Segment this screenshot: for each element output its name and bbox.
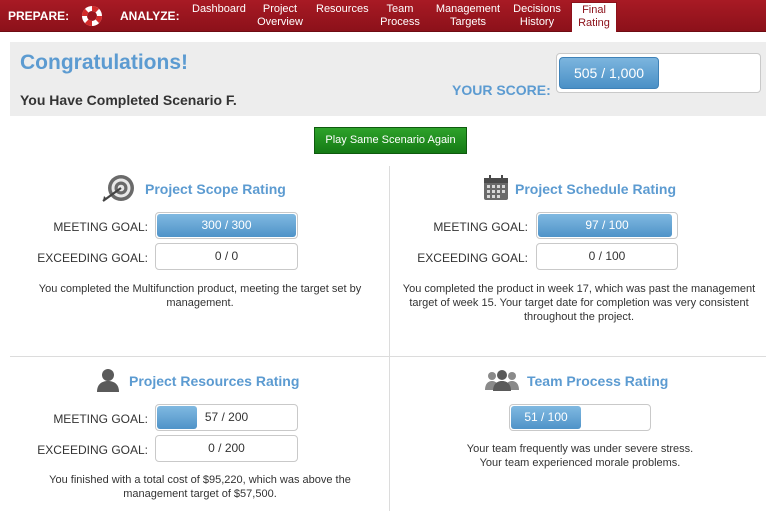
scope-meeting-goal-bar: 300 / 300 — [155, 212, 298, 239]
scope-description: You completed the Multifunction product,… — [38, 283, 362, 309]
nav-item-dashboard[interactable]: Dashboard — [192, 3, 246, 16]
scope-rating-title: Project Scope Rating — [145, 181, 286, 197]
nav-item-label: Management — [435, 3, 501, 15]
scope-meeting-goal-label: MEETING GOAL: — [53, 220, 148, 234]
lifering-icon[interactable] — [80, 4, 104, 28]
nav-item-label: Team — [386, 3, 414, 15]
nav-item-label: Project — [262, 3, 298, 15]
person-icon — [95, 367, 121, 398]
scope-meeting-goal-value: 300 / 300 — [201, 218, 252, 232]
overall-score-value: 505 / 1,000 — [573, 65, 645, 81]
overall-score-bar: 505 / 1,000 — [556, 53, 761, 93]
scope-exceeding-goal-label: EXCEEDING GOAL: — [37, 251, 148, 265]
schedule-meeting-goal-label: MEETING GOAL: — [433, 220, 528, 234]
team-process-rating-title: Team Process Rating — [527, 373, 669, 389]
congratulations-panel: Congratulations! You Have Completed Scen… — [10, 42, 766, 116]
resources-exceeding-goal-value: 0 / 200 — [208, 441, 245, 455]
resources-meeting-goal-bar: 57 / 200 — [155, 404, 298, 431]
play-same-scenario-again-button[interactable]: Play Same Scenario Again — [314, 127, 467, 154]
top-nav-bar: PREPARE: ANALYZE: Dashboard Project Over… — [0, 0, 766, 32]
resources-meeting-goal-label: MEETING GOAL: — [53, 412, 148, 426]
prepare-label: PREPARE: — [8, 9, 70, 23]
analyze-label: ANALYZE: — [120, 9, 180, 23]
resources-meeting-goal-value: 57 / 200 — [204, 410, 249, 424]
nav-item-label-line2: Process — [380, 16, 420, 28]
nav-item-project-overview[interactable]: Project Overview — [256, 3, 304, 29]
nav-item-label: Resources — [316, 3, 369, 15]
nav-item-label-line2: History — [519, 16, 555, 28]
schedule-description: You completed the product in week 17, wh… — [402, 283, 756, 323]
vertical-divider — [389, 166, 390, 511]
resources-exceeding-goal-bar: 0 / 200 — [155, 435, 298, 462]
nav-item-resources[interactable]: Resources — [316, 3, 369, 16]
nav-item-label: Final — [582, 4, 606, 16]
scenario-completed-text: You Have Completed Scenario F. — [20, 92, 237, 108]
scope-exceeding-goal-value: 0 / 0 — [214, 249, 239, 263]
congratulations-title: Congratulations! — [20, 51, 188, 74]
schedule-rating-title: Project Schedule Rating — [515, 181, 677, 197]
team-process-score-bar: 51 / 100 — [509, 404, 651, 431]
nav-item-label-line2: Rating — [578, 17, 610, 29]
nav-item-team-process[interactable]: Team Process — [378, 3, 422, 29]
nav-item-decisions-history[interactable]: Decisions History — [512, 3, 562, 29]
nav-item-final-rating[interactable]: Final Rating — [571, 2, 617, 32]
resources-rating-title: Project Resources Rating — [129, 373, 300, 389]
schedule-meeting-goal-bar: 97 / 100 — [536, 212, 678, 239]
team-icon — [484, 369, 520, 396]
target-icon — [101, 171, 137, 208]
schedule-exceeding-goal-value: 0 / 100 — [588, 249, 626, 263]
nav-item-label-line2: Targets — [449, 16, 487, 28]
your-score-label: YOUR SCORE: — [452, 82, 551, 98]
team-process-description-2: Your team experienced morale problems. — [479, 457, 681, 469]
schedule-exceeding-goal-bar: 0 / 100 — [536, 243, 678, 270]
team-process-score-value: 51 / 100 — [524, 410, 568, 424]
schedule-meeting-goal-value: 97 / 100 — [585, 218, 629, 232]
nav-item-label-line2: Overview — [257, 16, 303, 28]
schedule-exceeding-goal-label: EXCEEDING GOAL: — [417, 251, 528, 265]
nav-item-management-targets[interactable]: Management Targets — [434, 3, 502, 29]
scope-exceeding-goal-bar: 0 / 0 — [155, 243, 298, 270]
team-process-description-1: Your team frequently was under severe st… — [466, 443, 694, 455]
calendar-icon — [482, 174, 510, 207]
nav-item-label: Dashboard — [192, 3, 246, 15]
resources-exceeding-goal-label: EXCEEDING GOAL: — [37, 443, 148, 457]
resources-description: You finished with a total cost of $95,22… — [49, 474, 351, 500]
nav-item-label: Decisions — [513, 3, 561, 15]
horizontal-divider — [10, 356, 766, 357]
